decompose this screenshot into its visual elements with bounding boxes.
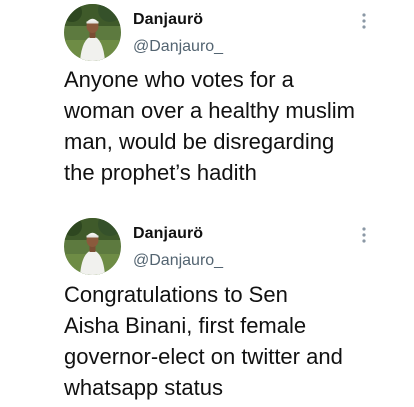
tweet-text: Anyone who votes for a woman over a heal… <box>64 64 404 188</box>
avatar[interactable] <box>64 218 121 275</box>
more-options-button[interactable] <box>352 223 376 247</box>
author-handle[interactable]: @Danjauro_ <box>133 252 223 270</box>
tweet-text-line: man, would be disregarding <box>64 129 335 154</box>
tweet-text-line: Aisha Binani, first female <box>64 313 307 338</box>
tweet-text-line: Congratulations to Sen <box>64 282 288 307</box>
tweet[interactable]: Danjaurö @Danjauro_ Anyone who votes for… <box>0 0 414 206</box>
tweet-text-line: Anyone who votes for a <box>64 67 294 92</box>
author-name[interactable]: Danjaurö <box>133 225 203 243</box>
more-vertical-icon <box>362 13 366 29</box>
tweet-text: Congratulations to Sen Aisha Binani, fir… <box>64 279 404 403</box>
avatar[interactable] <box>64 4 121 61</box>
tweet[interactable]: Danjaurö @Danjauro_ Congratulations to S… <box>0 206 414 407</box>
tweet-text-line: whatsapp status <box>64 375 223 400</box>
tweet-thread: Danjaurö @Danjauro_ Anyone who votes for… <box>0 0 414 407</box>
more-options-button[interactable] <box>352 9 376 33</box>
tweet-text-line: governor-elect on twitter and <box>64 344 343 369</box>
tweet-text-line: woman over a healthy muslim <box>64 98 356 123</box>
author-name[interactable]: Danjaurö <box>133 11 203 29</box>
more-vertical-icon <box>362 227 366 243</box>
author-handle[interactable]: @Danjauro_ <box>133 38 223 56</box>
tweet-text-line: the prophet’s hadith <box>64 160 257 185</box>
